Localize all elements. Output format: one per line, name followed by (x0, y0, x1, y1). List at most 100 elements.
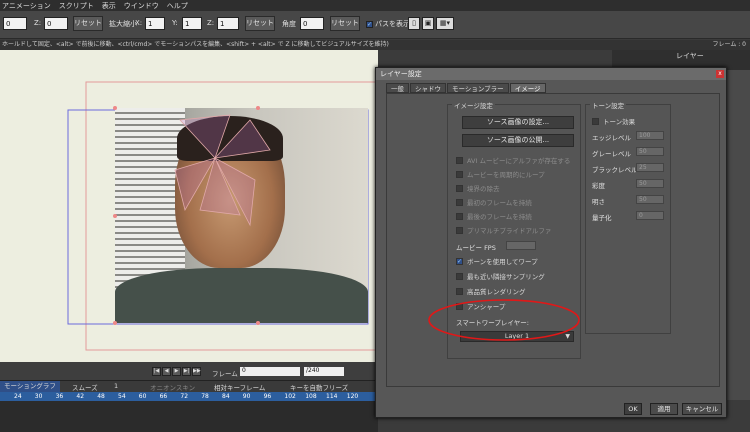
tab-shadow[interactable]: シャドウ (410, 83, 446, 93)
menu-animation[interactable]: アニメーション (2, 1, 51, 11)
timeline-track[interactable] (0, 401, 378, 432)
menu-help[interactable]: ヘルプ (167, 1, 188, 11)
image-settings-group: イメージ設定 ソース画像の設定... ソース画像の公開... AVI ムービーに… (447, 100, 581, 359)
option-hold-first[interactable]: 最初のフレームを持続 (456, 197, 532, 207)
timeline-ruler[interactable]: 24 30 36 42 48 54 60 66 72 78 84 90 96 102 108 114 120 (0, 392, 378, 401)
timeline-controls: |◀ ◀ ▶ ▶| ▶▶ フレーム 0 /240 (0, 362, 378, 380)
fps-label: ムービー FPS (456, 244, 496, 252)
option-label: 最も近い隣接サンプリング (467, 273, 545, 281)
next-frame-icon[interactable]: ▶| (182, 367, 191, 376)
position-z-input[interactable]: 0 (44, 17, 68, 30)
option-avi-alpha[interactable]: AVI ムービーにアルファが存在する (456, 155, 570, 165)
tab-general[interactable]: 一般 (386, 83, 409, 93)
smart-warp-dropdown[interactable]: Layer 1 ▼ (460, 331, 574, 342)
scale-x-input[interactable]: 1 (145, 17, 165, 30)
option-loop[interactable]: ムービーを周期的にループ (456, 169, 545, 179)
auto-freeze-keys[interactable]: キーを自動フリーズ (290, 382, 348, 392)
apply-button[interactable]: 適用 (650, 403, 678, 415)
close-icon[interactable]: x (716, 70, 724, 78)
source-settings-button[interactable]: ソース画像の設定... (462, 116, 574, 129)
play-icon[interactable]: ▶ (172, 367, 181, 376)
checkbox-icon (456, 226, 463, 234)
frame-input[interactable]: 0 (240, 367, 300, 376)
timeline-options: モーショングラフ スムーズ 1 オニオンスキン 相対キーフレーム キーを自動フリ… (0, 380, 378, 392)
ruler-tick: 78 (201, 393, 209, 400)
ruler-tick: 72 (180, 393, 189, 400)
checkbox-icon (456, 184, 463, 192)
smooth-dropdown[interactable]: スムーズ (72, 382, 98, 392)
option-bone-warp[interactable]: ✓ ボーンを使用してワープ (456, 256, 538, 266)
chevron-down-icon: ▼ (565, 333, 570, 340)
option-border[interactable]: 境界の除去 (456, 183, 500, 193)
image-tab-pane: イメージ設定 ソース画像の設定... ソース画像の公開... AVI ムービーに… (386, 93, 720, 387)
menu-script[interactable]: スクリプト (59, 1, 94, 11)
handle-tc (256, 106, 260, 110)
layer-settings-dialog: レイヤー設定 x 一般 シャドウ モーションブラー イメージ イメージ設定 ソー… (375, 67, 727, 418)
show-path-checkbox[interactable]: ✓ パスを表示 (366, 19, 410, 29)
menu-view[interactable]: 表示 (102, 1, 116, 11)
option-label: ムービーを周期的にループ (467, 171, 545, 179)
saturation-input[interactable]: 50 (636, 179, 664, 188)
reset-angle-button[interactable]: リセット (330, 16, 360, 31)
reset-scale-button[interactable]: リセット (245, 16, 275, 31)
ruler-tick: 96 (263, 393, 272, 400)
toolbar: 0 Z: 0 リセット 拡大縮小 X: 1 Y: 1 Z: 1 リセット 角度 … (0, 11, 750, 39)
page-icon[interactable]: ▯ (408, 17, 420, 30)
frame-label: フレーム (212, 370, 238, 378)
onion-skin[interactable]: オニオンスキン (150, 382, 195, 392)
black-level-label: ブラックレベル (592, 166, 638, 174)
smooth-value[interactable]: 1 (114, 382, 118, 390)
option-label: 最初のフレームを持続 (467, 199, 532, 207)
option-hold-last[interactable]: 最後のフレームを持続 (456, 211, 532, 221)
black-level-input[interactable]: 25 (636, 163, 664, 172)
prev-frame-icon[interactable]: ◀ (162, 367, 171, 376)
layers-panel (725, 70, 750, 400)
option-premult[interactable]: プリマルチプライドアルファ (456, 225, 551, 235)
menu-bar: アニメーション スクリプト 表示 ウインドウ ヘルプ (0, 0, 750, 11)
smart-warp-label: スマートワープレイヤー: (456, 319, 529, 327)
menu-window[interactable]: ウインドウ (124, 1, 159, 11)
scale-y-input[interactable]: 1 (182, 17, 202, 30)
angle-input[interactable]: 0 (300, 17, 324, 30)
toon-effect-checkbox[interactable]: トーン効果 (592, 116, 635, 126)
source-reveal-button[interactable]: ソース画像の公開... (462, 134, 574, 147)
handle-tl (113, 106, 117, 110)
canvas[interactable] (0, 50, 378, 362)
layers-icon[interactable]: ▣ (422, 17, 434, 30)
option-hq-render[interactable]: 高品質レンダリング (456, 286, 526, 296)
option-nearest[interactable]: 最も近い隣接サンプリング (456, 271, 545, 281)
cancel-button[interactable]: キャンセル (682, 403, 722, 415)
brightness-input[interactable]: 50 (636, 195, 664, 204)
checkmark-icon: ✓ (456, 257, 463, 265)
ruler-tick: 54 (118, 393, 126, 400)
handle-bl (113, 321, 117, 325)
edge-level-input[interactable]: 100 (636, 131, 664, 140)
layers-panel-title: レイヤー (676, 52, 704, 60)
handle-bc (256, 321, 260, 325)
relative-keyframe[interactable]: 相対キーフレーム (214, 382, 265, 392)
motion-graph-tab[interactable]: モーショングラフ (0, 381, 60, 392)
reset-position-button[interactable]: リセット (73, 16, 103, 31)
checkbox-icon (456, 198, 463, 206)
ok-button[interactable]: OK (624, 403, 642, 415)
quantize-input[interactable]: 0 (636, 211, 664, 220)
hint-bar: ホールドして固定、<alt> で前後に移動、<ctrl/cmd> でモーションパ… (0, 40, 750, 50)
ruler-tick: 30 (34, 393, 43, 400)
bone-overlay (113, 106, 271, 325)
frame-total: /240 (304, 367, 344, 376)
scale-y-label: Y: (172, 19, 178, 27)
ruler-tick: 102 (284, 393, 296, 400)
first-frame-icon[interactable]: |◀ (152, 367, 161, 376)
settings-dropdown-icon[interactable]: ▦▾ (436, 17, 454, 30)
fps-input[interactable] (506, 241, 536, 250)
dialog-title: レイヤー設定 (376, 68, 726, 80)
ruler-tick: 60 (138, 393, 147, 400)
gray-level-input[interactable]: 50 (636, 147, 664, 156)
position-x-input[interactable]: 0 (3, 17, 27, 30)
tab-motion-blur[interactable]: モーションブラー (447, 83, 509, 93)
scale-z-input[interactable]: 1 (217, 17, 239, 30)
last-frame-icon[interactable]: ▶▶ (192, 367, 201, 376)
option-unsharp[interactable]: アンシャープ (456, 301, 505, 311)
tab-image[interactable]: イメージ (509, 83, 546, 93)
gray-level-label: グレーレベル (592, 150, 631, 158)
